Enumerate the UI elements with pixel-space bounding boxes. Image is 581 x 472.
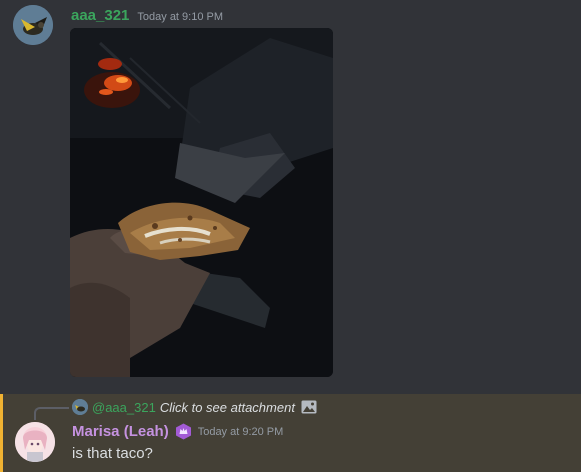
message-aaa-321: aaa_321 Today at 9:10 PM — [0, 0, 581, 393]
anime-avatar-icon — [15, 422, 55, 462]
timestamp: Today at 9:20 PM — [197, 425, 284, 438]
message-header: aaa_321 Today at 9:10 PM — [71, 7, 223, 24]
username[interactable]: Marisa (Leah) — [72, 423, 169, 440]
role-badge-icon[interactable] — [175, 423, 192, 440]
username[interactable]: aaa_321 — [71, 7, 129, 24]
user-avatar[interactable] — [15, 422, 55, 462]
message-header: Marisa (Leah) Today at 9:20 PM — [72, 423, 283, 440]
bird-avatar-icon — [72, 399, 88, 415]
user-avatar[interactable] — [13, 5, 53, 45]
reply-mention[interactable]: @aaa_321 — [92, 400, 156, 415]
message-content: is that taco? — [72, 445, 153, 462]
reply-text[interactable]: Click to see attachment — [160, 400, 295, 415]
reply-reference[interactable]: @aaa_321 Click to see attachment — [72, 399, 317, 415]
timestamp: Today at 9:10 PM — [137, 11, 224, 23]
reply-avatar — [72, 399, 88, 415]
bird-avatar-icon — [13, 5, 53, 45]
photo-attachment-icon — [70, 28, 333, 377]
image-attachment[interactable] — [70, 28, 333, 377]
mention-highlight-bar — [0, 394, 3, 472]
reply-spine — [34, 407, 69, 420]
message-marisa: @aaa_321 Click to see attachment Marisa … — [0, 394, 581, 472]
image-icon — [301, 400, 317, 414]
